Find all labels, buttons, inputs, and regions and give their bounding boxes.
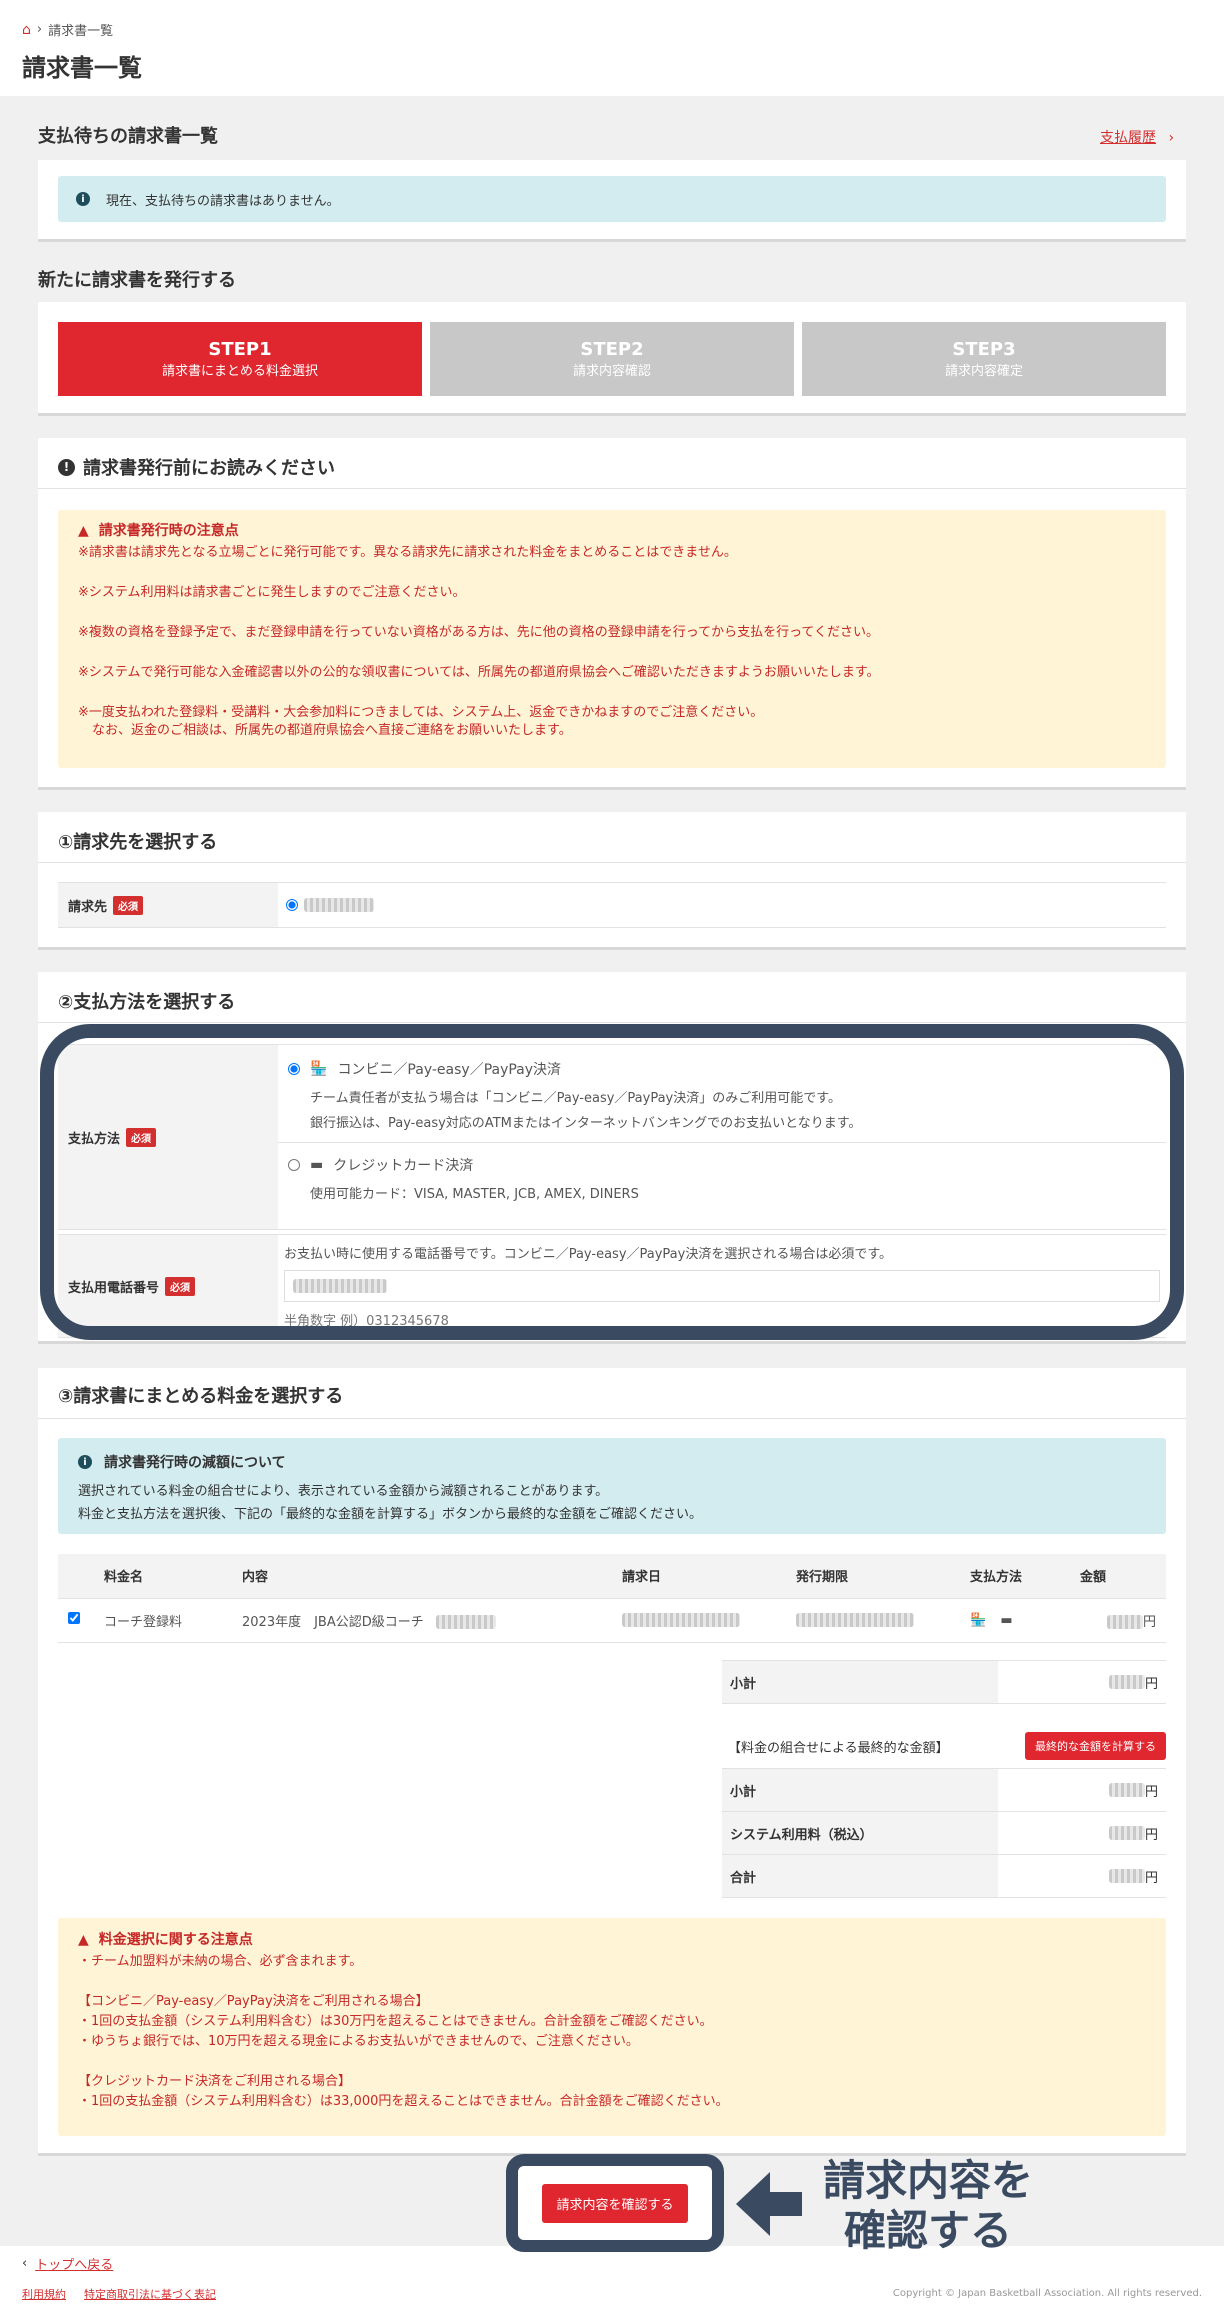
- notice-section: ! 請求書発行前にお読みください ▲ 請求書発行時の注意点 ※請求書は請求先とな…: [38, 438, 1186, 790]
- breadcrumb: ⌂ › 請求書一覧: [22, 20, 114, 40]
- confirm-button[interactable]: 請求内容を確認する: [542, 2183, 688, 2223]
- notice-line: ※請求書は請求先となる立場ごとに発行可能です。異なる請求先に請求された料金をまと…: [78, 545, 737, 560]
- fee-warning-line: 【コンビニ／Pay-easy／PayPay決済をご利用される場合】: [78, 1994, 429, 2009]
- fee-checkbox[interactable]: [68, 1612, 80, 1624]
- notice-line: ※複数の資格を登録予定で、まだ登録申請を行っていない資格がある方は、先に他の資格…: [78, 625, 880, 640]
- confirm-highlight-frame: 請求内容を確認する: [506, 2154, 724, 2252]
- page-title: 請求書一覧: [22, 54, 142, 82]
- column-header: 内容: [232, 1554, 612, 1599]
- pending-title: 支払待ちの請求書一覧: [38, 126, 218, 147]
- fee-warning-box: ▲ 料金選択に関する注意点 ・チーム加盟料が未納の場合、必ず含まれます。 【コン…: [58, 1918, 1166, 2136]
- pending-info-box: i 現在、支払待ちの請求書はありません。: [58, 176, 1166, 222]
- final-subtotal-label: 小計: [722, 1769, 998, 1811]
- pending-section: i 現在、支払待ちの請求書はありません。: [38, 160, 1186, 242]
- payment-history-link[interactable]: 支払履歴 ›: [1100, 127, 1174, 147]
- table-row: コーチ登録料 2023年度 JBA公認D級コーチ 🏪 ▬ 円: [58, 1598, 1166, 1643]
- billing-target-radio[interactable]: [286, 899, 298, 911]
- breadcrumb-separator-icon: ›: [36, 22, 43, 37]
- step-2: STEP2 請求内容確認: [430, 322, 794, 396]
- notice-line: なお、返金のご相談は、所属先の都道府県協会へ直接ご連絡をお願いいたします。: [92, 723, 572, 738]
- terms-link[interactable]: 利用規約: [22, 2286, 66, 2302]
- final-amount-label: 【料金の組合せによる最終的な金額】: [728, 1740, 949, 1756]
- section1-title: ①請求先を選択する: [58, 832, 218, 853]
- column-header: 発行期限: [786, 1554, 960, 1599]
- highlight-frame: [40, 1024, 1184, 1340]
- section2-title: ②支払方法を選択する: [58, 992, 236, 1013]
- annotation-text: 請求内容を 確認する: [822, 2156, 1033, 2255]
- notice-box-title: 請求書発行時の注意点: [98, 523, 239, 539]
- system-fee-redacted: [1108, 1826, 1145, 1840]
- fees-table: 料金名 内容 請求日 発行期限 支払方法 金額 コーチ登録料 2023年度 JB…: [58, 1554, 1166, 1643]
- fee-warning-line: ・チーム加盟料が未納の場合、必ず含まれます。: [78, 1954, 363, 1969]
- fee-name: コーチ登録料: [94, 1598, 232, 1643]
- billing-target-label: 請求先: [68, 899, 108, 915]
- fees-section: ③請求書にまとめる料金を選択する i 請求書発行時の減額について 選択されている…: [38, 1368, 1186, 2156]
- fee-content: 2023年度 JBA公認D級コーチ: [232, 1598, 612, 1643]
- chevron-right-icon: ›: [1168, 130, 1175, 146]
- pending-info-text: 現在、支払待ちの請求書はありません。: [106, 193, 340, 209]
- reduction-info-box: i 請求書発行時の減額について 選択されている料金の組合せにより、表示されている…: [58, 1438, 1166, 1534]
- fee-warning-line: ・1回の支払金額（システム利用料含む）は33,000円を超えることはできません。…: [78, 2094, 729, 2109]
- warning-icon: ▲: [78, 523, 89, 539]
- calculate-final-button[interactable]: 最終的な金額を計算する: [1025, 1732, 1166, 1760]
- home-icon[interactable]: ⌂: [22, 22, 31, 38]
- fee-warning-title: 料金選択に関する注意点: [98, 1932, 253, 1948]
- total-label: 合計: [722, 1855, 998, 1897]
- back-to-top-link[interactable]: ‹ トップへ戻る: [22, 2254, 113, 2273]
- notice-line: ※システム利用料は請求書ごとに発生しますのでご注意ください。: [78, 585, 466, 600]
- notice-title: ! 請求書発行前にお読みください: [58, 454, 335, 480]
- breadcrumb-current: 請求書一覧: [48, 24, 114, 39]
- warning-icon: ▲: [78, 1932, 89, 1948]
- fee-warning-line: 【クレジットカード決済をご利用される場合】: [78, 2074, 352, 2089]
- fee-content-redacted: [435, 1615, 496, 1629]
- chevron-left-icon: ‹: [22, 2256, 28, 2271]
- fee-warning-line: ・1回の支払金額（システム利用料含む）は30万円を超えることはできません。合計金…: [78, 2014, 713, 2029]
- step-1: STEP1 請求書にまとめる料金選択: [58, 322, 422, 396]
- fee-warning-line: ・ゆうちょ銀行では、10万円を超える現金によるお支払いができませんので、ご注意く…: [78, 2034, 639, 2049]
- step-3: STEP3 請求内容確定: [802, 322, 1166, 396]
- section3-title: ③請求書にまとめる料金を選択する: [58, 1386, 344, 1407]
- back-to-top-label[interactable]: トップへ戻る: [35, 2254, 113, 2273]
- tokushoho-link[interactable]: 特定商取引法に基づく表記: [84, 2286, 216, 2302]
- issue-title: 新たに請求書を発行する: [38, 270, 236, 291]
- column-header: 支払方法: [960, 1554, 1070, 1599]
- issue-deadline-redacted: [796, 1613, 914, 1627]
- subtotal-label: 小計: [722, 1661, 998, 1703]
- info-icon: i: [78, 1455, 92, 1469]
- final-subtotal-redacted: [1108, 1783, 1145, 1797]
- system-fee-label: システム利用料（税込）: [722, 1812, 998, 1854]
- store-icon: 🏪: [970, 1612, 987, 1628]
- payment-history-label[interactable]: 支払履歴: [1100, 130, 1156, 146]
- reduction-info-title: 請求書発行時の減額について: [104, 1455, 286, 1471]
- column-header: 金額: [1070, 1554, 1166, 1599]
- copyright: Copyright © Japan Basketball Association…: [892, 2288, 1202, 2299]
- arrow-left-icon: [736, 2172, 770, 2236]
- subtotal-block: 小計 円: [722, 1660, 1166, 1704]
- reduction-info-line: 料金と支払方法を選択後、下記の「最終的な金額を計算する」ボタンから最終的な金額を…: [78, 1507, 703, 1522]
- notice-line: ※システムで発行可能な入金確認書以外の公的な領収書については、所属先の都道府県協…: [78, 665, 880, 680]
- required-badge: 必須: [113, 895, 144, 915]
- amount-redacted: [1106, 1615, 1143, 1629]
- exclamation-circle-icon: !: [58, 458, 75, 476]
- steps-section: STEP1 請求書にまとめる料金選択 STEP2 請求内容確認 STEP3 請求…: [38, 302, 1186, 416]
- subtotal-redacted: [1108, 1675, 1145, 1689]
- notice-warning-box: ▲ 請求書発行時の注意点 ※請求書は請求先となる立場ごとに発行可能です。異なる請…: [58, 510, 1166, 768]
- final-amount-block: 小計 円 システム利用料（税込） 円 合計 円: [722, 1768, 1166, 1898]
- info-icon: i: [76, 192, 90, 206]
- total-redacted: [1108, 1869, 1145, 1883]
- credit-card-icon: ▬: [1000, 1612, 1013, 1628]
- billing-date-redacted: [622, 1613, 740, 1627]
- column-header: 料金名: [94, 1554, 232, 1599]
- payment-method-section: ②支払方法を選択する 支払方法 必須 🏪 コンビニ／Pay-easy／PayPa…: [38, 972, 1186, 1344]
- billing-target-section: ①請求先を選択する 請求先 必須: [38, 812, 1186, 950]
- column-header: 請求日: [612, 1554, 786, 1599]
- reduction-info-line: 選択されている料金の組合せにより、表示されている金額から減額されることがあります…: [78, 1484, 609, 1499]
- billing-target-value-redacted: [304, 898, 374, 912]
- yen-unit: 円: [1142, 1614, 1156, 1630]
- notice-line: ※一度支払われた登録料・受講料・大会参加料につきましては、システム上、返金できか…: [78, 705, 764, 720]
